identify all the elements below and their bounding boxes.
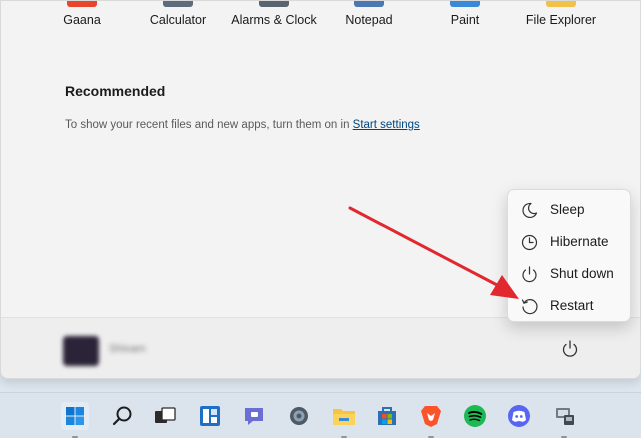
user-avatar[interactable] — [63, 336, 99, 366]
recommended-message-text: To show your recent files and new apps, … — [65, 119, 353, 131]
search-glyph — [112, 406, 132, 426]
microsoft-store-icon[interactable] — [373, 402, 401, 430]
power-icon — [562, 340, 578, 357]
pinned-app-notepad[interactable]: Notepad — [314, 1, 424, 35]
discord-glyph — [508, 405, 530, 427]
restart-icon — [521, 299, 538, 315]
start-menu-footer: Shivam — [1, 317, 640, 378]
spotify-icon[interactable] — [461, 402, 489, 430]
hibernate-icon — [521, 234, 538, 251]
file-explorer-icon[interactable] — [330, 402, 358, 430]
file-explorer-icon — [546, 1, 576, 7]
power-menu-label: Hibernate — [550, 234, 609, 249]
widgets-glyph — [200, 406, 220, 426]
discord-icon[interactable] — [505, 402, 533, 430]
folder-glyph — [333, 409, 355, 425]
brave-browser-icon[interactable] — [417, 402, 445, 430]
teams-chat-icon[interactable] — [240, 402, 268, 430]
power-menu-label: Shut down — [550, 266, 614, 281]
widgets-icon[interactable] — [196, 402, 224, 430]
alarms-clock-icon — [259, 1, 289, 7]
pinned-app-paint[interactable]: Paint — [410, 1, 520, 35]
power-menu-hibernate[interactable]: Hibernate — [508, 226, 630, 258]
sleep-icon — [522, 202, 538, 219]
task-view-glyph — [155, 407, 176, 423]
gaana-icon — [67, 1, 97, 7]
power-menu-restart[interactable]: Restart — [508, 290, 630, 322]
task-view-icon[interactable] — [151, 402, 179, 430]
power-menu-label: Restart — [550, 298, 594, 313]
pinned-app-gaana[interactable]: Gaana — [27, 1, 137, 35]
pinned-app-calculator[interactable]: Calculator — [123, 1, 233, 35]
shut-down-icon — [522, 266, 537, 283]
power-menu-sleep[interactable]: Sleep — [508, 194, 630, 226]
gear-glyph — [290, 407, 308, 425]
settings-gear-icon[interactable] — [285, 402, 313, 430]
taskbar — [0, 392, 641, 438]
power-button[interactable] — [559, 338, 581, 360]
user-name[interactable]: Shivam — [109, 343, 169, 355]
remote-desktop-icon[interactable] — [550, 402, 578, 430]
pinned-app-label: Paint — [450, 13, 480, 27]
teams-chat-glyph — [245, 408, 263, 425]
pinned-app-file-explorer[interactable]: File Explorer — [506, 1, 616, 35]
search-icon[interactable] — [109, 402, 137, 430]
start-settings-link[interactable]: Start settings — [353, 119, 420, 131]
brave-glyph — [421, 406, 441, 427]
power-menu-shut-down[interactable]: Shut down — [508, 258, 630, 290]
paint-icon — [450, 1, 480, 7]
store-glyph — [378, 407, 396, 425]
spotify-glyph — [464, 405, 486, 427]
windows-start-icon[interactable] — [61, 402, 89, 430]
windows-logo — [66, 407, 84, 425]
pinned-app-label: Notepad — [345, 13, 393, 27]
remote-desktop-glyph — [556, 408, 574, 425]
power-menu-label: Sleep — [550, 202, 585, 217]
pinned-app-alarms-clock[interactable]: Alarms & Clock — [219, 1, 329, 35]
pinned-apps-row: Gaana Calculator Alarms & Clock Notepad … — [1, 1, 640, 35]
pinned-app-label: Alarms & Clock — [231, 13, 317, 27]
power-menu: Sleep Hibernate Shut down Restart — [507, 189, 631, 322]
pinned-app-label: Gaana — [63, 13, 101, 27]
recommended-heading: Recommended — [65, 83, 166, 99]
notepad-icon — [354, 1, 384, 7]
pinned-app-label: File Explorer — [525, 13, 597, 27]
calculator-icon — [163, 1, 193, 7]
pinned-app-label: Calculator — [149, 13, 207, 27]
recommended-message: To show your recent files and new apps, … — [65, 119, 420, 131]
